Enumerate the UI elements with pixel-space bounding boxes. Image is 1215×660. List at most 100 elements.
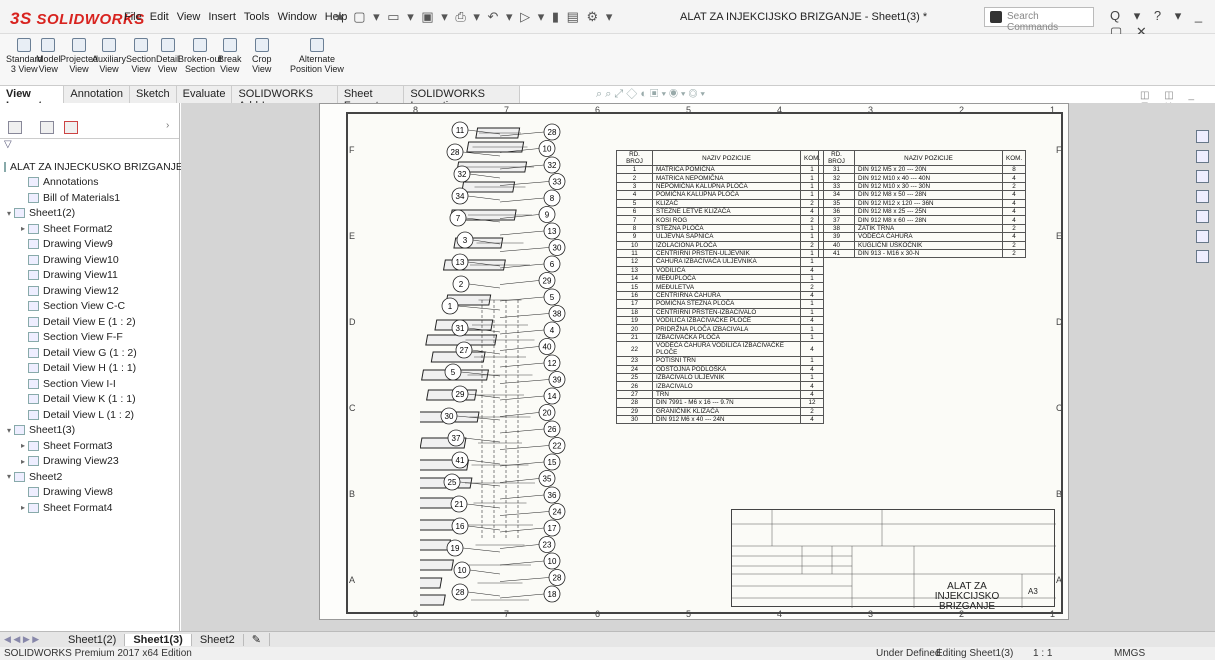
bom-row[interactable]: 38 ZATIK TRNA 2 xyxy=(818,223,1027,234)
bom-row[interactable]: 1 MATRICA POMIČNA 1 xyxy=(616,164,825,175)
bom-row[interactable]: 10 IZOLACIONA PLOČA 2 xyxy=(616,240,825,250)
tree-node[interactable]: Section View I-I xyxy=(0,376,179,392)
expander-icon[interactable]: ▸ xyxy=(18,441,28,450)
expander-icon[interactable]: ▸ xyxy=(18,457,28,466)
expander-icon[interactable]: ▾ xyxy=(4,426,14,435)
bom-row[interactable]: 25 IZBACIVALO ULJEVNIK 1 xyxy=(616,372,825,383)
ribbon-button-3[interactable]: Auxiliary View xyxy=(92,38,126,74)
expander-icon[interactable]: ▸ xyxy=(18,224,28,233)
sheet-tab-sheet12[interactable]: Sheet1(2) xyxy=(60,633,126,646)
bom-row[interactable]: 40 KUGLIČNI USKOČNIK 2 xyxy=(818,240,1027,250)
sheet-tab-sheet2[interactable]: Sheet2 xyxy=(192,633,244,646)
bom-row[interactable]: 2 MATRICA NEPOMIČNA 1 xyxy=(616,173,825,183)
ribbon-button-5[interactable]: Detail View xyxy=(156,38,179,74)
bom-row[interactable]: 27 TRN 4 xyxy=(616,389,825,400)
bom-row[interactable]: 12 ČAHURA IZBACIVAČA ULJEVNIKA 1 xyxy=(616,257,825,267)
bom-row[interactable]: 14 MEĐUPLOČA 1 xyxy=(616,274,825,284)
tree-node[interactable]: ▸ Sheet Format3 xyxy=(0,438,179,454)
bom-row[interactable]: 11 CENTRIRNI PRSTEN-ULJEVNIK 1 xyxy=(616,248,825,259)
ribbon-button-4[interactable]: Section View xyxy=(126,38,156,74)
menu-item-view[interactable]: View xyxy=(177,11,201,23)
design-library-icon[interactable] xyxy=(1196,170,1209,183)
tab-annotation[interactable]: Annotation xyxy=(64,86,131,103)
bom-row[interactable]: 37 DIN 912 M8 x 60 --- 28N 4 xyxy=(818,215,1027,225)
bill-of-materials-right[interactable]: RD. BROJ NAZIV POZICIJE KOM. 31 DIN 912 M5 x… xyxy=(818,150,1027,259)
bom-row[interactable]: 39 VODEĆA ČAHURA 4 xyxy=(818,232,1027,242)
bom-row[interactable]: 19 VODILICA IZBACIVAČKE PLOČE 4 xyxy=(616,316,825,326)
bom-row[interactable]: 4 POMIČNA KALUPNA PLOČA 1 xyxy=(616,190,825,200)
bom-row[interactable]: 29 GRANIČNIK KLIZAČA 2 xyxy=(616,406,825,416)
property-manager-tab-icon[interactable] xyxy=(40,121,54,134)
tree-node[interactable]: ▸ Drawing View23 xyxy=(0,454,179,470)
home-icon[interactable] xyxy=(1196,130,1209,143)
bom-row[interactable]: 21 IZBACIVAČKA PLOČA 1 xyxy=(616,332,825,343)
chevron-right-icon[interactable]: › xyxy=(166,120,169,131)
menu-item-window[interactable]: Window xyxy=(278,11,317,23)
bom-row[interactable]: 28 DIN 7991 - M6 x 16 --- 9.7N 12 xyxy=(616,398,825,408)
bom-row[interactable]: 33 DIN 912 M10 x 30 --- 30N 2 xyxy=(818,181,1027,192)
tree-node[interactable]: Detail View L (1 : 2) xyxy=(0,407,179,423)
custom-properties-icon[interactable] xyxy=(1196,230,1209,243)
tree-node[interactable]: ALAT ZA INJECKUSKO BRIZGANJE xyxy=(0,159,183,175)
tree-node[interactable]: ▾ Sheet1(2) xyxy=(0,206,179,222)
heads-up-toolbar[interactable]: ⌕ ⌕ ⤢ ◇ ◐ ▣ ▾ ◉ ▾ ◎ ▾ xyxy=(596,88,705,101)
quick-access-toolbar[interactable]: ★ ▢ ▾ ▭ ▾ ▣ ▾ ⎙ ▾ ↶ ▾ ▷ ▾ ▮ ▤ ⚙ ▾ xyxy=(334,9,614,25)
bom-row[interactable]: 24 ODSTOJNA PODLOŠKA 4 xyxy=(616,364,825,375)
bom-row[interactable]: 23 POTISNI TRN 1 xyxy=(616,356,825,366)
filter-icon[interactable]: ▽ xyxy=(0,139,179,153)
menu-item-file[interactable]: File xyxy=(124,11,142,23)
bom-row[interactable]: 6 STEZNE LETVE KLIZAČA 4 xyxy=(616,206,825,217)
bom-row[interactable]: 31 DIN 912 M5 x 20 --- 20N 8 xyxy=(818,164,1027,175)
bom-row[interactable]: 41 DIN 913 - M16 x 30-N 2 xyxy=(818,248,1027,259)
sheet-tab-sheet13[interactable]: Sheet1(3) xyxy=(125,633,192,646)
bom-row[interactable]: 8 STEZNA PLOČA 1 xyxy=(616,223,825,234)
tree-node[interactable]: Drawing View10 xyxy=(0,252,179,268)
file-explorer-icon[interactable] xyxy=(1196,190,1209,203)
tree-node[interactable]: Bill of Materials1 xyxy=(0,190,179,206)
bom-row[interactable]: 17 POMIČNA STEZNA PLOČA 1 xyxy=(616,299,825,309)
feature-tree-tab-icon[interactable] xyxy=(8,121,22,134)
tree-node[interactable]: ▾ Sheet1(3) xyxy=(0,423,179,439)
bill-of-materials-left[interactable]: RD. BROJ NAZIV POZICIJE KOM. 1 MATRICA POMIČ… xyxy=(616,150,825,425)
ribbon-button-1[interactable]: Model View xyxy=(36,38,61,74)
configuration-tab-icon[interactable] xyxy=(64,121,78,134)
resources-icon[interactable] xyxy=(1196,150,1209,163)
tree-node[interactable]: ▸ Sheet Format4 xyxy=(0,500,179,516)
ribbon-button-6[interactable]: Broken-out Section xyxy=(178,38,222,74)
tab-solidworks-inspection[interactable]: SOLIDWORKS Inspection xyxy=(404,86,520,112)
scale-status[interactable]: 1 : 1 xyxy=(1033,648,1052,659)
bom-row[interactable]: 26 IZBACIVALO 4 xyxy=(616,381,825,391)
bom-row[interactable]: 15 MEĐULETVA 2 xyxy=(616,282,825,292)
tree-node[interactable]: Detail View E (1 : 2) xyxy=(0,314,179,330)
expander-icon[interactable]: ▾ xyxy=(4,209,14,218)
bom-row[interactable]: 16 CENTRIRNA ČAHURA 4 xyxy=(616,290,825,301)
tree-node[interactable]: ▾ Sheet2 xyxy=(0,469,179,485)
menu-item-tools[interactable]: Tools xyxy=(244,11,270,23)
add-sheet-icon[interactable]: ✎ xyxy=(244,633,270,646)
bom-row[interactable]: 7 KOSI ROG 2 xyxy=(616,215,825,225)
bom-row[interactable]: 3 NEPOMIČNA KALUPNA PLOČA 1 xyxy=(616,181,825,192)
menu-item-insert[interactable]: Insert xyxy=(208,11,236,23)
ribbon-button-8[interactable]: Crop View xyxy=(252,38,272,74)
tree-node[interactable]: Detail View G (1 : 2) xyxy=(0,345,179,361)
tree-node[interactable]: Section View F-F xyxy=(0,330,179,346)
bom-row[interactable]: 36 DIN 912 M8 x 25 --- 25N 4 xyxy=(818,206,1027,217)
bom-row[interactable]: 9 ULJEVNA SAPNICA 1 xyxy=(616,232,825,242)
appearances-icon[interactable] xyxy=(1196,210,1209,223)
tree-node[interactable]: Section View C-C xyxy=(0,299,179,315)
tab-view-layout[interactable]: View Layout xyxy=(0,86,65,112)
tab-evaluate[interactable]: Evaluate xyxy=(176,86,233,103)
tree-node[interactable]: Detail View K (1 : 1) xyxy=(0,392,179,408)
bom-row[interactable]: 20 PRIDRŽNA PLOČA IZBACIVALA 1 xyxy=(616,324,825,334)
ribbon-button-7[interactable]: Break View xyxy=(218,38,242,74)
sheet-navigation-arrows[interactable]: ◀ ◀ ▶ ▶ xyxy=(0,634,60,645)
bom-row[interactable]: 18 CENTRIRNI PRSTEN-IZBACIVALO 1 xyxy=(616,307,825,318)
exploded-assembly-view[interactable]: 1128323473132131275293037412521161910282… xyxy=(420,120,580,615)
bom-row[interactable]: 34 DIN 912 M8 x 50 --- 28N 4 xyxy=(818,190,1027,200)
bom-row[interactable]: 22 VODEĆA ČAHURA VODILICA IZBACIVAČKE PLO… xyxy=(616,341,825,358)
tree-node[interactable]: Drawing View8 xyxy=(0,485,179,501)
tree-node[interactable]: Drawing View9 xyxy=(0,237,179,253)
bom-row[interactable]: 35 DIN 912 M12 x 120 --- 36N 4 xyxy=(818,198,1027,208)
bom-row[interactable]: 32 DIN 912 M10 x 40 --- 40N 4 xyxy=(818,173,1027,183)
menu-item-edit[interactable]: Edit xyxy=(150,11,169,23)
